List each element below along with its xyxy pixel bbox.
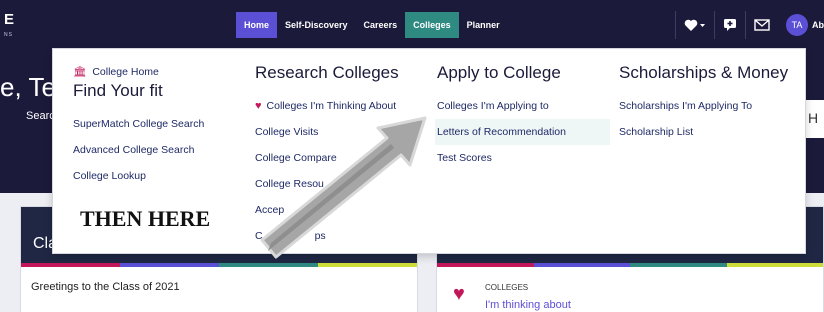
pointer-arrow-icon [260,116,427,259]
